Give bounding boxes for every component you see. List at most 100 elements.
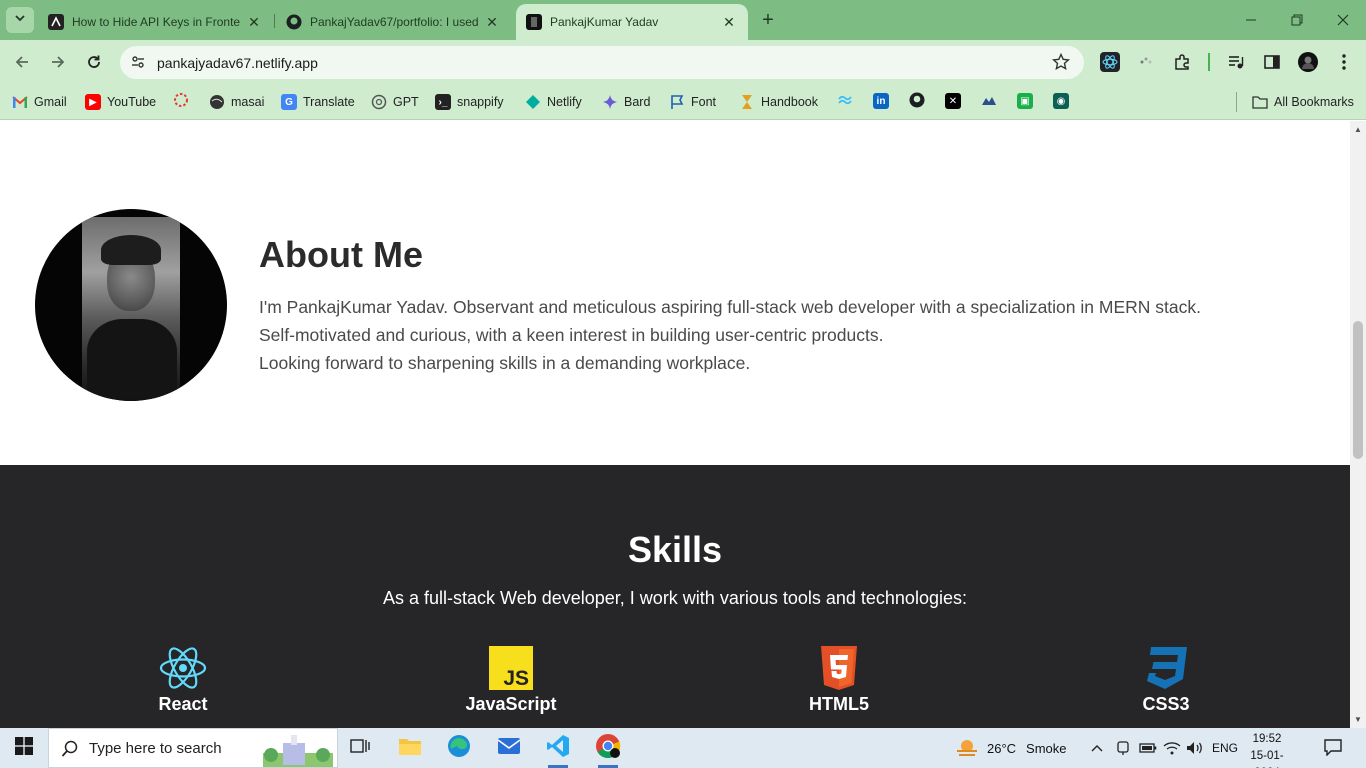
input-language[interactable]: ENG (1212, 728, 1238, 768)
close-tab-icon[interactable]: ✕ (720, 13, 738, 31)
scroll-down-icon[interactable]: ▼ (1354, 715, 1362, 724)
bookmark-green-app[interactable]: ▣ (1017, 93, 1033, 109)
start-button[interactable] (0, 728, 48, 768)
browser-menu-icon[interactable] (1333, 51, 1355, 73)
skill-name: CSS3 (1142, 694, 1190, 714)
search-icon (61, 740, 79, 763)
github-icon (909, 92, 925, 111)
skill-name: HTML5 (809, 694, 869, 714)
skill-css3: CSS3 (1086, 646, 1246, 715)
restore-button[interactable] (1274, 0, 1320, 40)
skill-name: React (158, 694, 208, 714)
skills-heading: Skills (627, 529, 723, 570)
taskbar-file-explorer[interactable] (390, 732, 430, 764)
linkedin-icon: in (876, 95, 886, 107)
about-heading: About Me (259, 234, 423, 275)
toolbar-divider (1208, 53, 1210, 71)
bookmark-gmail[interactable]: Gmail (12, 92, 67, 112)
about-section: About Me I'm PankajKumar Yadav. Observan… (0, 121, 1350, 465)
profile-avatar-icon[interactable] (1297, 51, 1319, 73)
bookmark-translate[interactable]: G Translate (281, 92, 355, 112)
bookmark-github[interactable] (909, 92, 925, 111)
all-bookmarks-folder[interactable]: All Bookmarks (1252, 92, 1354, 112)
bookmarks-divider (1236, 92, 1237, 112)
show-hidden-icons-button[interactable] (1091, 728, 1103, 768)
taskbar-mail[interactable] (489, 732, 529, 764)
bookmark-netlify[interactable]: Netlify (525, 92, 582, 112)
vscode-icon (546, 734, 570, 763)
clock-date: 15-01-2024 (1250, 750, 1284, 768)
forward-button[interactable] (44, 48, 72, 76)
javascript-icon: JS (486, 646, 536, 690)
tab-portfolio-active[interactable]: PankajKumar Yadav ✕ (516, 4, 748, 40)
wifi-icon[interactable] (1163, 728, 1181, 768)
weather-temp: 26°C (987, 740, 1017, 756)
windows-taskbar: Type here to search 26°C Smoke ENG 19:52… (0, 728, 1366, 768)
notifications-button[interactable] (1324, 728, 1342, 768)
react-devtools-extension-icon[interactable] (1099, 51, 1121, 73)
reload-button[interactable] (80, 48, 108, 76)
notification-icon (1324, 738, 1342, 759)
tray-device-icon[interactable] (1116, 728, 1130, 768)
weather-haze-icon (955, 737, 979, 760)
bookmark-codesandbox[interactable] (981, 93, 997, 109)
bookmark-dotted-ring[interactable] (173, 92, 189, 109)
site-info-icon[interactable] (130, 54, 146, 75)
clock-time: 19:52 (1252, 733, 1282, 745)
chevron-up-icon (1091, 741, 1103, 756)
bookmark-bard[interactable]: Bard (602, 92, 650, 112)
task-view-button[interactable] (340, 732, 380, 764)
folder-icon (1252, 94, 1268, 110)
skill-javascript: JS JavaScript (431, 646, 591, 715)
scroll-up-icon[interactable]: ▲ (1354, 125, 1362, 134)
bookmark-youtube[interactable]: ▶ YouTube (85, 92, 156, 112)
media-controls-icon[interactable] (1225, 51, 1247, 73)
tab-api-keys[interactable]: How to Hide API Keys in Fronte ✕ (38, 4, 273, 40)
bookmark-handbook[interactable]: Handbook (739, 92, 818, 112)
bookmark-masai[interactable]: masai (209, 92, 264, 112)
page-scrollbar[interactable]: ▲ ▼ (1350, 121, 1366, 728)
back-button[interactable] (8, 48, 36, 76)
battery-icon[interactable] (1139, 728, 1157, 768)
code-icon: ›_ (435, 94, 451, 110)
mail-icon (497, 736, 521, 761)
tab-title: How to Hide API Keys in Fronte (72, 15, 241, 29)
taskbar-search-box[interactable]: Type here to search (48, 728, 338, 768)
taskbar-vscode[interactable] (538, 732, 578, 768)
url-text: pankajyadav67.netlify.app (157, 54, 318, 71)
profile-photo (35, 209, 227, 401)
bookmark-gpt[interactable]: GPT (371, 92, 419, 112)
browser-toolbar: pankajyadav67.netlify.app (0, 40, 1366, 85)
tab-search-button[interactable] (6, 7, 34, 33)
translate-icon: G (281, 94, 297, 110)
bookmark-font[interactable]: Font (669, 92, 716, 112)
taskbar-chrome[interactable] (588, 732, 628, 768)
windows-logo-icon (15, 736, 33, 760)
bookmark-snappify[interactable]: ›_ snappify (435, 92, 504, 112)
extensions-puzzle-icon[interactable] (1171, 51, 1193, 73)
address-bar[interactable]: pankajyadav67.netlify.app (120, 46, 1084, 79)
volume-icon[interactable] (1186, 728, 1204, 768)
bookmark-star-icon[interactable] (1051, 52, 1071, 76)
bookmark-linkedin[interactable]: in (873, 93, 889, 109)
minimize-button[interactable] (1228, 0, 1274, 40)
close-window-button[interactable] (1320, 0, 1366, 40)
close-tab-icon[interactable]: ✕ (245, 13, 263, 31)
loading-extension-icon[interactable] (1135, 51, 1157, 73)
tab-github-portfolio[interactable]: PankajYadav67/portfolio: I used ✕ (276, 4, 511, 40)
taskbar-clock[interactable]: 19:52 15-01-2024 (1240, 731, 1294, 768)
side-panel-icon[interactable] (1261, 51, 1283, 73)
scrollbar-thumb[interactable] (1353, 321, 1363, 459)
weather-widget[interactable]: 26°C Smoke (955, 728, 1067, 768)
close-tab-icon[interactable]: ✕ (483, 13, 501, 31)
new-tab-button[interactable]: + (756, 8, 780, 32)
skill-html5: HTML5 (759, 646, 919, 715)
bookmark-x[interactable]: ✕ (945, 93, 961, 109)
skill-react: React (103, 646, 263, 715)
taskbar-edge[interactable] (439, 732, 479, 764)
bookmark-teal-app[interactable]: ◉ (1053, 93, 1069, 109)
bookmark-tailwind[interactable] (837, 93, 853, 109)
grid-app-icon: ▣ (1020, 95, 1030, 107)
globe-icon (209, 94, 225, 110)
dev-to-favicon-icon (48, 14, 64, 30)
